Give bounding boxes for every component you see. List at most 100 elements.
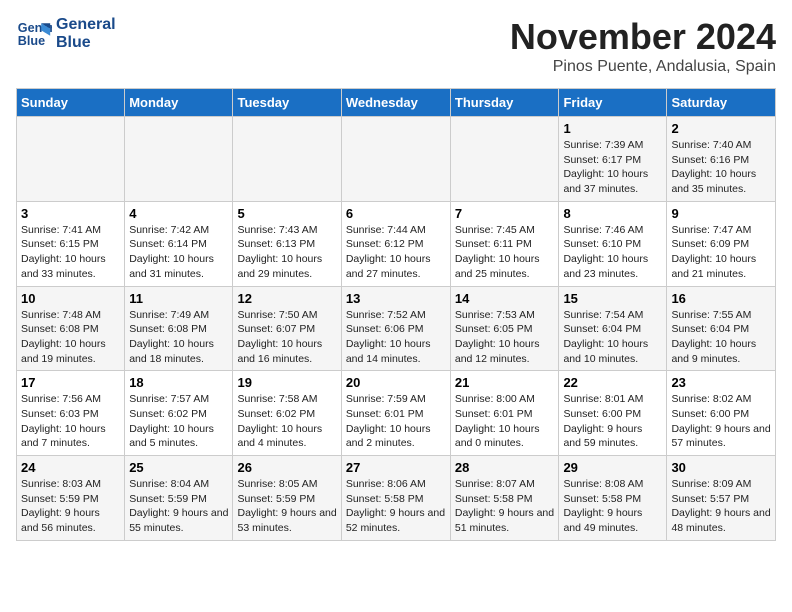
calendar-cell: [341, 117, 450, 202]
calendar-cell: 15 Sunrise: 7:54 AM Sunset: 6:04 PM Dayli…: [559, 286, 667, 371]
day-number: 17: [21, 375, 120, 390]
day-info: Sunrise: 8:00 AM Sunset: 6:01 PM Dayligh…: [455, 392, 555, 451]
calendar-cell: 16Sunrise: 7:55 AM Sunset: 6:04 PM Dayli…: [667, 286, 776, 371]
calendar-cell: [450, 117, 559, 202]
header: General Blue General Blue November 2024 …: [16, 16, 776, 76]
day-info: Sunrise: 7:50 AM Sunset: 6:07 PM Dayligh…: [237, 308, 336, 367]
day-number: 9: [671, 206, 771, 221]
day-number: 3: [21, 206, 120, 221]
day-info: Sunrise: 8:02 AM Sunset: 6:00 PM Dayligh…: [671, 392, 771, 451]
day-info: Sunrise: 7:53 AM Sunset: 6:05 PM Dayligh…: [455, 308, 555, 367]
calendar-week-2: 3 Sunrise: 7:41 AM Sunset: 6:15 PM Daylig…: [17, 201, 776, 286]
day-info: Sunrise: 7:39 AM Sunset: 6:17 PM Dayligh…: [563, 138, 662, 197]
weekday-header-tuesday: Tuesday: [233, 89, 341, 117]
day-info: Sunrise: 7:44 AM Sunset: 6:12 PM Dayligh…: [346, 223, 446, 282]
day-info: Sunrise: 7:47 AM Sunset: 6:09 PM Dayligh…: [671, 223, 771, 282]
day-info: Sunrise: 8:05 AM Sunset: 5:59 PM Dayligh…: [237, 477, 336, 536]
calendar-header-row: SundayMondayTuesdayWednesdayThursdayFrid…: [17, 89, 776, 117]
day-info: Sunrise: 8:03 AM Sunset: 5:59 PM Dayligh…: [21, 477, 120, 536]
day-info: Sunrise: 8:09 AM Sunset: 5:57 PM Dayligh…: [671, 477, 771, 536]
day-number: 10: [21, 291, 120, 306]
day-number: 2: [671, 121, 771, 136]
day-number: 25: [129, 460, 228, 475]
calendar-week-5: 24 Sunrise: 8:03 AM Sunset: 5:59 PM Dayli…: [17, 456, 776, 541]
calendar-cell: 1 Sunrise: 7:39 AM Sunset: 6:17 PM Daylig…: [559, 117, 667, 202]
day-info: Sunrise: 7:48 AM Sunset: 6:08 PM Dayligh…: [21, 308, 120, 367]
calendar-cell: 2 Sunrise: 7:40 AM Sunset: 6:16 PM Daylig…: [667, 117, 776, 202]
calendar-cell: 17 Sunrise: 7:56 AM Sunset: 6:03 PM Dayli…: [17, 371, 125, 456]
calendar-cell: 12 Sunrise: 7:50 AM Sunset: 6:07 PM Dayli…: [233, 286, 341, 371]
weekday-header-saturday: Saturday: [667, 89, 776, 117]
weekday-header-monday: Monday: [125, 89, 233, 117]
day-number: 15: [563, 291, 662, 306]
day-number: 8: [563, 206, 662, 221]
calendar-week-4: 17 Sunrise: 7:56 AM Sunset: 6:03 PM Dayli…: [17, 371, 776, 456]
calendar-cell: 23 Sunrise: 8:02 AM Sunset: 6:00 PM Dayli…: [667, 371, 776, 456]
calendar-cell: 10 Sunrise: 7:48 AM Sunset: 6:08 PM Dayli…: [17, 286, 125, 371]
weekday-header-sunday: Sunday: [17, 89, 125, 117]
calendar-cell: 30Sunrise: 8:09 AM Sunset: 5:57 PM Dayli…: [667, 456, 776, 541]
weekday-header-wednesday: Wednesday: [341, 89, 450, 117]
logo-line1: General: [56, 16, 116, 34]
calendar-cell: 28 Sunrise: 8:07 AM Sunset: 5:58 PM Dayli…: [450, 456, 559, 541]
day-number: 29: [563, 460, 662, 475]
day-info: Sunrise: 7:45 AM Sunset: 6:11 PM Dayligh…: [455, 223, 555, 282]
calendar-cell: [125, 117, 233, 202]
day-info: Sunrise: 7:43 AM Sunset: 6:13 PM Dayligh…: [237, 223, 336, 282]
svg-text:Blue: Blue: [18, 34, 45, 48]
calendar-cell: 19Sunrise: 7:58 AM Sunset: 6:02 PM Dayli…: [233, 371, 341, 456]
weekday-header-thursday: Thursday: [450, 89, 559, 117]
calendar-cell: 13 Sunrise: 7:52 AM Sunset: 6:06 PM Dayli…: [341, 286, 450, 371]
day-info: Sunrise: 8:07 AM Sunset: 5:58 PM Dayligh…: [455, 477, 555, 536]
calendar-cell: 11Sunrise: 7:49 AM Sunset: 6:08 PM Dayli…: [125, 286, 233, 371]
calendar-cell: 5 Sunrise: 7:43 AM Sunset: 6:13 PM Daylig…: [233, 201, 341, 286]
calendar-cell: 9 Sunrise: 7:47 AM Sunset: 6:09 PM Daylig…: [667, 201, 776, 286]
calendar-cell: 26Sunrise: 8:05 AM Sunset: 5:59 PM Dayli…: [233, 456, 341, 541]
day-number: 6: [346, 206, 446, 221]
title-area: November 2024 Pinos Puente, Andalusia, S…: [510, 16, 776, 76]
calendar-cell: 20Sunrise: 7:59 AM Sunset: 6:01 PM Dayli…: [341, 371, 450, 456]
calendar-table: SundayMondayTuesdayWednesdayThursdayFrid…: [16, 88, 776, 541]
weekday-header-friday: Friday: [559, 89, 667, 117]
day-number: 16: [671, 291, 771, 306]
calendar-cell: 3 Sunrise: 7:41 AM Sunset: 6:15 PM Daylig…: [17, 201, 125, 286]
calendar-cell: 27Sunrise: 8:06 AM Sunset: 5:58 PM Dayli…: [341, 456, 450, 541]
day-number: 24: [21, 460, 120, 475]
calendar-cell: [17, 117, 125, 202]
day-number: 28: [455, 460, 555, 475]
day-info: Sunrise: 7:57 AM Sunset: 6:02 PM Dayligh…: [129, 392, 228, 451]
day-info: Sunrise: 8:04 AM Sunset: 5:59 PM Dayligh…: [129, 477, 228, 536]
calendar-cell: 18 Sunrise: 7:57 AM Sunset: 6:02 PM Dayli…: [125, 371, 233, 456]
logo: General Blue General Blue: [16, 16, 116, 52]
day-info: Sunrise: 7:41 AM Sunset: 6:15 PM Dayligh…: [21, 223, 120, 282]
day-number: 21: [455, 375, 555, 390]
day-info: Sunrise: 8:01 AM Sunset: 6:00 PM Dayligh…: [563, 392, 662, 451]
day-info: Sunrise: 8:06 AM Sunset: 5:58 PM Dayligh…: [346, 477, 446, 536]
day-number: 23: [671, 375, 771, 390]
day-number: 13: [346, 291, 446, 306]
day-number: 5: [237, 206, 336, 221]
day-number: 4: [129, 206, 228, 221]
calendar-week-1: 1 Sunrise: 7:39 AM Sunset: 6:17 PM Daylig…: [17, 117, 776, 202]
calendar-cell: 25 Sunrise: 8:04 AM Sunset: 5:59 PM Dayli…: [125, 456, 233, 541]
day-info: Sunrise: 7:54 AM Sunset: 6:04 PM Dayligh…: [563, 308, 662, 367]
calendar-cell: 22Sunrise: 8:01 AM Sunset: 6:00 PM Dayli…: [559, 371, 667, 456]
day-info: Sunrise: 7:40 AM Sunset: 6:16 PM Dayligh…: [671, 138, 771, 197]
day-number: 12: [237, 291, 336, 306]
calendar-week-3: 10 Sunrise: 7:48 AM Sunset: 6:08 PM Dayli…: [17, 286, 776, 371]
month-title: November 2024: [510, 16, 776, 58]
calendar-cell: 4Sunrise: 7:42 AM Sunset: 6:14 PM Daylig…: [125, 201, 233, 286]
calendar-cell: 21 Sunrise: 8:00 AM Sunset: 6:01 PM Dayli…: [450, 371, 559, 456]
day-info: Sunrise: 7:56 AM Sunset: 6:03 PM Dayligh…: [21, 392, 120, 451]
day-info: Sunrise: 7:52 AM Sunset: 6:06 PM Dayligh…: [346, 308, 446, 367]
day-number: 18: [129, 375, 228, 390]
day-info: Sunrise: 7:46 AM Sunset: 6:10 PM Dayligh…: [563, 223, 662, 282]
day-number: 20: [346, 375, 446, 390]
calendar-cell: 8 Sunrise: 7:46 AM Sunset: 6:10 PM Daylig…: [559, 201, 667, 286]
day-number: 19: [237, 375, 336, 390]
day-number: 1: [563, 121, 662, 136]
calendar-body: 1 Sunrise: 7:39 AM Sunset: 6:17 PM Daylig…: [17, 117, 776, 541]
logo-icon: General Blue: [16, 16, 52, 52]
day-number: 11: [129, 291, 228, 306]
calendar-cell: [233, 117, 341, 202]
